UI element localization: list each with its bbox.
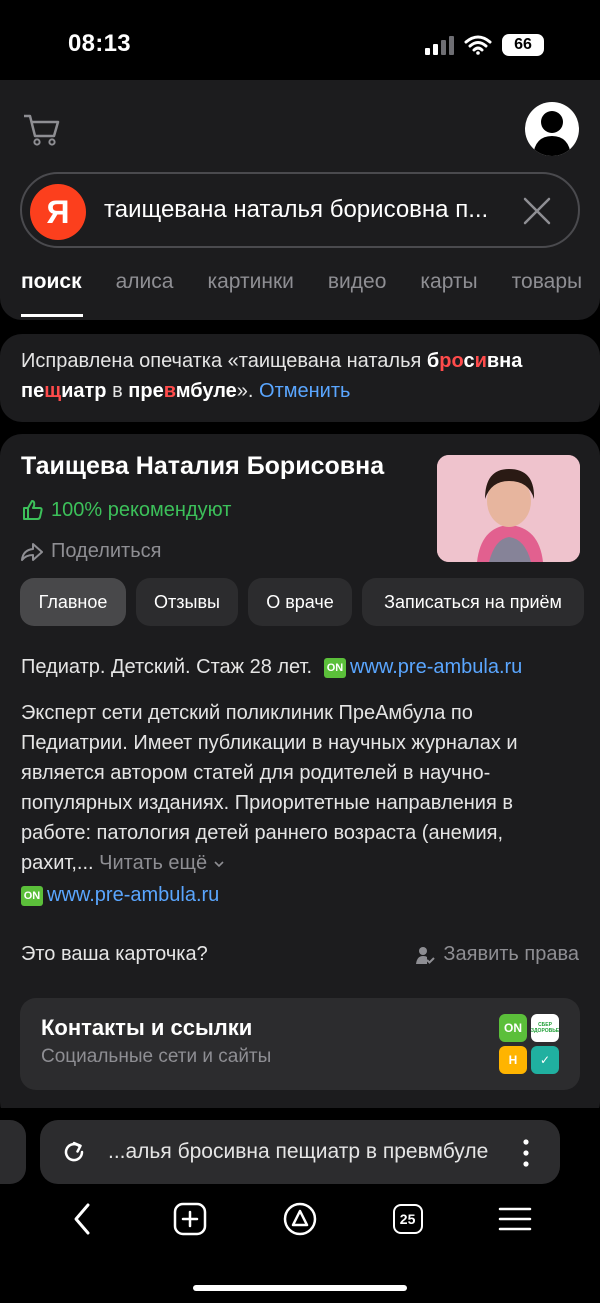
sber-health-icon: СБЕР ЗДОРОВЬЕ (531, 1014, 559, 1042)
tab-search[interactable]: поиск (21, 270, 82, 294)
reload-icon[interactable] (60, 1138, 88, 1171)
tab-maps[interactable]: карты (420, 270, 477, 294)
contacts-subtitle: Социальные сети и сайты (41, 1046, 272, 1067)
description-text: Эксперт сети детский поликлиник ПреАмбул… (21, 702, 518, 874)
wifi-icon (464, 35, 492, 55)
claim-rights-label: Заявить права (443, 943, 579, 965)
prodoctorov-icon: ✓ (531, 1046, 559, 1074)
doctor-description: Эксперт сети детский поликлиник ПреАмбул… (21, 698, 581, 878)
on-doc-icon: ON (499, 1014, 527, 1042)
profile-avatar[interactable] (525, 102, 579, 156)
site-link[interactable]: www.pre-ambula.ru (350, 656, 522, 679)
recommend-rating: 100% рекомендуют (21, 498, 231, 522)
home-indicator (193, 1285, 407, 1291)
napopravku-icon: Н (499, 1046, 527, 1074)
user-icon (533, 111, 571, 156)
active-tab-indicator (21, 314, 83, 317)
doctor-name[interactable]: Таищева Наталия Борисовна (21, 452, 384, 481)
pill-about-doctor[interactable]: О враче (248, 578, 352, 626)
search-tabs: поиск алиса картинки видео карты товары (21, 270, 582, 294)
menu-icon[interactable] (498, 1206, 532, 1232)
battery-indicator: 66 (502, 34, 544, 56)
previous-tab-preview[interactable] (0, 1120, 26, 1184)
cancel-correction-link[interactable]: Отменить (259, 380, 350, 402)
doctor-specialty: Педиатр. Детский. Стаж 28 лет. ON www.pr… (21, 656, 522, 679)
alice-icon[interactable] (283, 1202, 317, 1236)
site-link-secondary[interactable]: www.pre-ambula.ru (47, 884, 219, 907)
pill-book-appointment[interactable]: Записаться на приём (362, 578, 584, 626)
status-icons: 66 (424, 34, 544, 56)
doctor-photo[interactable] (437, 455, 580, 562)
tab-images[interactable]: картинки (207, 270, 293, 294)
pill-main[interactable]: Главное (20, 578, 126, 626)
cart-icon[interactable] (22, 112, 62, 153)
search-query[interactable]: таищевана наталья борисовна п... (104, 196, 504, 224)
browser-toolbar: 25 (0, 1202, 600, 1236)
recommend-text: 100% рекомендуют (51, 498, 232, 521)
cellular-signal-icon (425, 36, 454, 55)
clear-icon[interactable] (520, 194, 554, 233)
claim-rights-button[interactable]: Заявить права (415, 943, 579, 966)
thumbs-up-icon (23, 500, 43, 520)
address-text[interactable]: ...алья бросивна пещиатр в превмбуле (108, 1140, 500, 1164)
site-badge-icon: ON (21, 885, 43, 906)
tab-video[interactable]: видео (328, 270, 387, 294)
typo-correction-text: Исправлена опечатка «таищевана наталья б… (21, 350, 523, 402)
more-options-icon[interactable] (521, 1138, 531, 1173)
yandex-logo[interactable]: Я (30, 184, 86, 240)
read-more-link[interactable]: Читать ещё (99, 852, 225, 874)
user-check-icon (416, 946, 436, 964)
site-link-row: ON www.pre-ambula.ru (21, 884, 219, 907)
site-badge-icon: ON (324, 657, 346, 678)
contacts-card[interactable] (20, 998, 580, 1090)
tab-products[interactable]: товары (512, 270, 582, 294)
tab-alice[interactable]: алиса (116, 270, 174, 294)
doctor-section-pills: Главное Отзывы О враче Записаться на при… (20, 578, 584, 626)
specialty-text: Педиатр. Детский. Стаж 28 лет. (21, 656, 312, 678)
new-tab-icon[interactable] (173, 1202, 207, 1236)
share-label: Поделиться (51, 540, 162, 562)
chevron-down-icon (214, 861, 224, 868)
status-time: 08:13 (68, 30, 131, 57)
claim-question: Это ваша карточка? (21, 943, 208, 965)
share-icon (21, 542, 43, 561)
contacts-title: Контакты и ссылки (41, 1015, 253, 1040)
share-button[interactable]: Поделиться (21, 540, 161, 563)
pill-reviews[interactable]: Отзывы (136, 578, 238, 626)
back-icon[interactable] (68, 1202, 98, 1236)
tabs-count-button[interactable]: 25 (392, 1204, 423, 1234)
